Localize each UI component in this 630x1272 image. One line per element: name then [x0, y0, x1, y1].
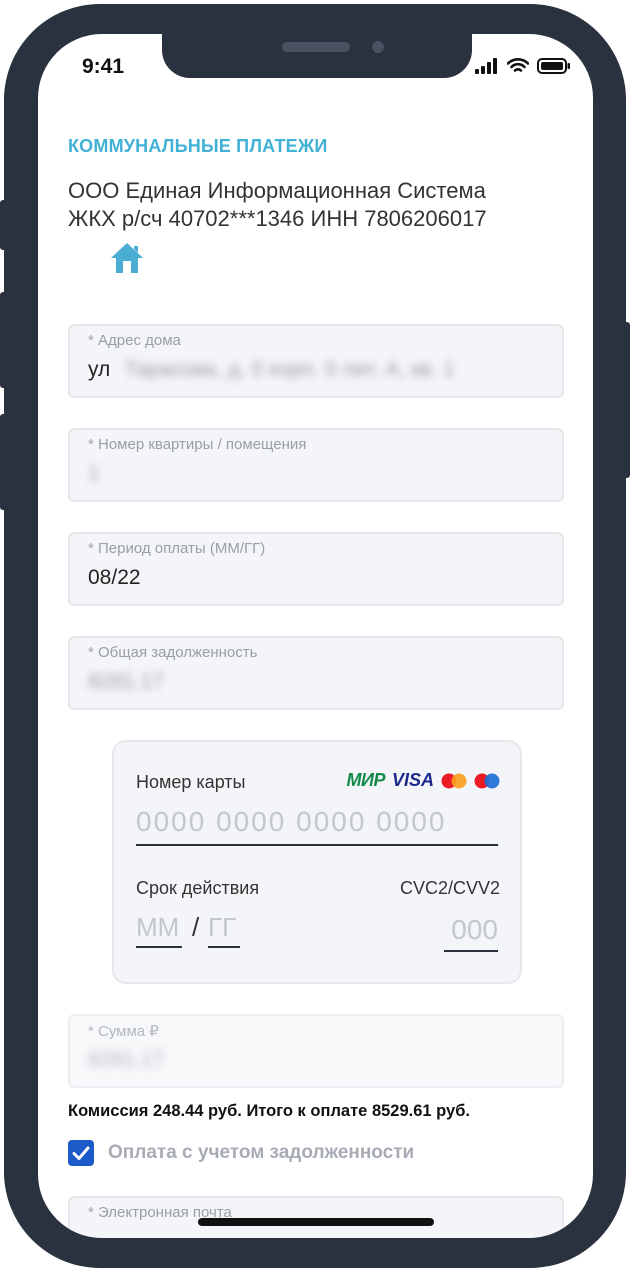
period-value[interactable]: 08/22 [88, 566, 141, 590]
period-field[interactable]: * Период оплаты (ММ/ГГ) 08/22 [68, 532, 564, 606]
sum-label: * Сумма ₽ [88, 1023, 159, 1040]
cvc-label: CVC2/CVV2 [399, 878, 500, 898]
cvc-input[interactable]: 000 [451, 914, 498, 946]
home-icon [111, 243, 143, 273]
apartment-label: * Номер квартиры / помещения [88, 436, 307, 453]
card-form: Номер карты МИР VISA 0000 0000 0000 0000… [112, 740, 522, 984]
checkmark-icon [72, 1146, 90, 1160]
sum-field[interactable]: * Сумма ₽ 8281.17 [68, 1014, 564, 1088]
cvc-underline [444, 950, 498, 952]
commission-text: Комиссия 248.44 руб. Итого к оплате 8529… [68, 1102, 470, 1120]
power-button [620, 322, 630, 478]
expiry-year-underline [208, 946, 240, 948]
expiry-month-input[interactable]: ММ [136, 912, 179, 943]
sum-value[interactable]: 8281.17 [88, 1048, 164, 1072]
debt-label: * Общая задолженность [88, 644, 258, 661]
visa-logo: VISA [391, 770, 434, 790]
period-label: * Период оплаты (ММ/ГГ) [88, 540, 266, 557]
apartment-value[interactable]: 1 [88, 462, 100, 486]
front-camera [372, 41, 384, 53]
status-time: 9:41 [82, 55, 125, 78]
notch [162, 34, 472, 78]
address-text: Тарасова, д. 0 корп. 0 лит. А, кв. 1 [124, 358, 455, 381]
section-title: КОММУНАЛЬНЫЕ ПЛАТЕЖИ [68, 136, 328, 156]
home-indicator[interactable] [198, 1218, 434, 1226]
battery-icon [537, 58, 570, 74]
phone-screen: 9:41 КОММУНАЛЬНЫЕ ПЛАТЕЖИ ООО Единая Инф… [38, 34, 593, 1238]
address-label: * Адрес дома [88, 332, 181, 349]
expiry-year-input[interactable]: ГГ [208, 912, 236, 943]
card-number-underline [136, 844, 498, 846]
volume-up-button [0, 292, 10, 388]
address-value[interactable]: ул Тарасова, д. 0 корп. 0 лит. А, кв. 1 [88, 358, 455, 382]
organization-account: ЖКХ р/сч 40702***1346 ИНН 7806206017 [68, 206, 487, 231]
volume-down-button [0, 414, 10, 510]
address-field[interactable]: * Адрес дома ул Тарасова, д. 0 корп. 0 л… [68, 324, 564, 398]
email-field[interactable]: * Электронная почта [68, 1196, 564, 1238]
card-number-label: Номер карты [136, 772, 246, 792]
maestro-icon [474, 773, 500, 788]
apartment-field[interactable]: * Номер квартиры / помещения 1 [68, 428, 564, 502]
mute-switch [0, 200, 10, 250]
debt-value[interactable]: 8281.17 [88, 670, 164, 694]
debt-checkbox[interactable] [68, 1140, 94, 1166]
expiry-label: Срок действия [136, 878, 260, 898]
expiry-month-underline [136, 946, 182, 948]
expiry-separator: / [192, 912, 200, 942]
wifi-icon [507, 58, 529, 72]
address-prefix: ул [88, 358, 111, 381]
speaker-grille [282, 42, 350, 52]
status-icons [475, 58, 571, 74]
card-number-input[interactable]: 0000 0000 0000 0000 [136, 806, 447, 838]
mastercard-icon [441, 773, 467, 788]
debt-checkbox-label[interactable]: Оплата с учетом задолженности [108, 1142, 414, 1164]
debt-field[interactable]: * Общая задолженность 8281.17 [68, 636, 564, 710]
signal-icon [475, 58, 497, 74]
mir-logo: МИР [346, 770, 386, 790]
organization-name: ООО Единая Информационная Система [68, 178, 486, 203]
payment-system-logos: МИР VISA [347, 770, 500, 791]
